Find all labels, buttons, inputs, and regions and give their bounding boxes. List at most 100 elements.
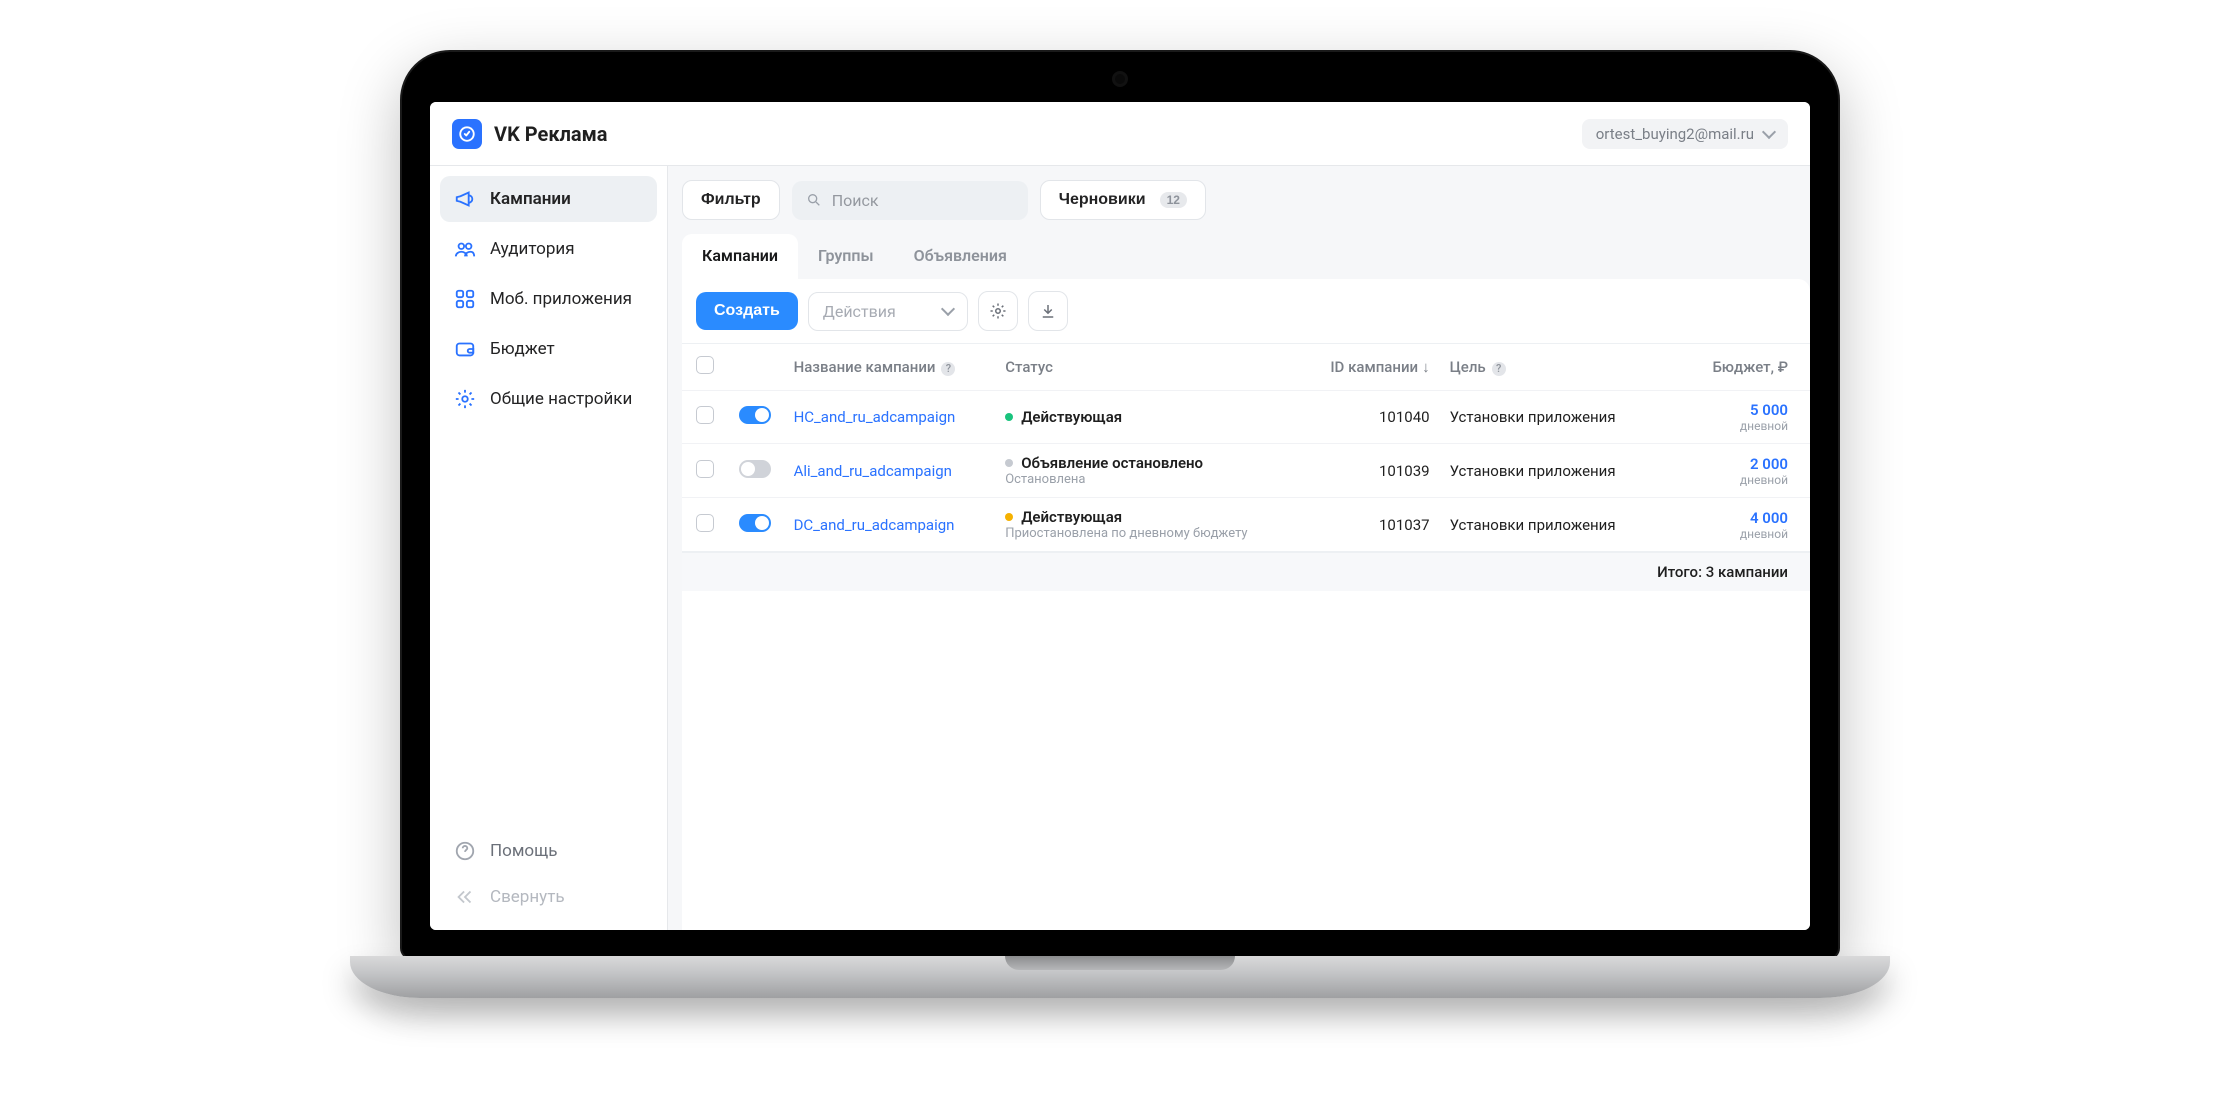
table-row[interactable]: HC_and_ru_adcampaign Действующая 101040Уст… — [682, 391, 1810, 444]
budget-period: дневной — [1693, 527, 1788, 541]
page-canvas: VK Реклама ortest_buying2@mail.ru Кампан — [20, 20, 2220, 1080]
sidebar-item-label: Общие настройки — [490, 389, 632, 409]
gear-icon — [989, 302, 1007, 320]
status-dot-icon — [1005, 459, 1013, 467]
tab-campaigns[interactable]: Кампании — [682, 234, 798, 279]
status-dot-icon — [1005, 413, 1013, 421]
search-input[interactable]: Поиск — [792, 181, 1028, 220]
entity-tabs: Кампании Группы Объявления — [682, 234, 1810, 279]
columns-settings-button[interactable] — [978, 291, 1018, 331]
create-button[interactable]: Создать — [696, 292, 798, 330]
create-label: Создать — [714, 302, 780, 320]
filter-label: Фильтр — [701, 191, 761, 209]
col-name: Название кампании — [794, 358, 936, 376]
row-checkbox[interactable] — [696, 514, 714, 532]
sidebar-nav: Кампании Аудитория Моб. приложения — [440, 176, 657, 422]
sidebar-item-budget[interactable]: Бюджет — [440, 326, 657, 372]
tab-label: Кампании — [702, 246, 778, 265]
top-toolbar: Фильтр Поиск Черновики 12 — [682, 180, 1810, 220]
col-goal: Цель — [1450, 358, 1486, 376]
brand[interactable]: VK Реклама — [452, 119, 608, 149]
apps-icon — [454, 288, 476, 310]
campaign-id: 101040 — [1313, 391, 1440, 444]
campaign-id: 101039 — [1313, 444, 1440, 498]
campaigns-table: Название кампании? Статус ID кампании Це… — [682, 344, 1810, 591]
status-dot-icon — [1005, 513, 1013, 521]
summary-text: Итого: 3 кампании — [784, 552, 1810, 591]
select-all-checkbox[interactable] — [696, 356, 714, 374]
laptop-lid: VK Реклама ortest_buying2@mail.ru Кампан — [400, 50, 1840, 960]
row-checkbox[interactable] — [696, 406, 714, 424]
sidebar-footer: Помощь Свернуть — [440, 828, 657, 920]
app-header: VK Реклама ortest_buying2@mail.ru — [430, 102, 1810, 166]
campaign-goal: Установки приложения — [1440, 498, 1683, 553]
help-icon — [454, 840, 476, 862]
tab-ads[interactable]: Объявления — [894, 234, 1027, 279]
campaigns-table-wrap: Название кампании? Статус ID кампании Це… — [682, 343, 1810, 591]
sidebar-item-label: Помощь — [490, 841, 557, 861]
status-subtitle: Приостановлена по дневному бюджету — [1005, 526, 1302, 541]
sidebar: Кампании Аудитория Моб. приложения — [430, 166, 668, 930]
laptop-base — [350, 956, 1890, 998]
budget-period: дневной — [1693, 419, 1788, 433]
sidebar-item-audience[interactable]: Аудитория — [440, 226, 657, 272]
budget-value[interactable]: 5 000 — [1693, 401, 1788, 419]
chevron-down-icon — [1762, 124, 1776, 138]
status-title: Действующая — [1021, 408, 1122, 426]
laptop-mockup: VK Реклама ortest_buying2@mail.ru Кампан — [350, 50, 1890, 1050]
status-title: Объявление остановлено — [1021, 454, 1203, 472]
col-status: Статус — [1005, 358, 1053, 376]
campaign-name-link[interactable]: Ali_and_ru_adcampaign — [794, 462, 952, 480]
row-toggle[interactable] — [739, 514, 771, 532]
sidebar-item-help[interactable]: Помощь — [440, 828, 657, 874]
budget-value[interactable]: 4 000 — [1693, 509, 1788, 527]
budget-period: дневной — [1693, 473, 1788, 487]
table-row[interactable]: Ali_and_ru_adcampaign Объявление остановл… — [682, 444, 1810, 498]
summary-row: Итого: 3 кампании — [682, 552, 1810, 591]
col-id[interactable]: ID кампании — [1330, 358, 1429, 376]
download-icon — [1039, 302, 1057, 320]
col-budget: Бюджет, ₽ — [1712, 358, 1788, 376]
row-checkbox[interactable] — [696, 460, 714, 478]
tab-label: Объявления — [914, 246, 1007, 265]
search-icon — [806, 192, 822, 208]
actions-label: Действия — [823, 302, 896, 321]
drafts-button[interactable]: Черновики 12 — [1040, 180, 1206, 220]
hint-icon[interactable]: ? — [941, 362, 955, 376]
drafts-label: Черновики — [1059, 191, 1146, 209]
campaigns-panel: Создать Действия — [682, 279, 1810, 930]
laptop-notch — [1005, 956, 1235, 970]
sidebar-item-settings[interactable]: Общие настройки — [440, 376, 657, 422]
main-content: Фильтр Поиск Черновики 12 — [668, 166, 1810, 930]
collapse-icon — [454, 886, 476, 908]
account-switcher[interactable]: ortest_buying2@mail.ru — [1582, 119, 1788, 149]
filter-button[interactable]: Фильтр — [682, 180, 780, 220]
sidebar-item-campaigns[interactable]: Кампании — [440, 176, 657, 222]
chevron-down-icon — [941, 302, 955, 316]
account-email: ortest_buying2@mail.ru — [1596, 125, 1754, 143]
status-title: Действующая — [1021, 508, 1122, 526]
campaign-goal: Установки приложения — [1440, 391, 1683, 444]
status-subtitle: Остановлена — [1005, 472, 1302, 487]
row-toggle[interactable] — [739, 460, 771, 478]
table-row[interactable]: DC_and_ru_adcampaign ДействующаяПриостано… — [682, 498, 1810, 553]
gear-icon — [454, 388, 476, 410]
download-button[interactable] — [1028, 291, 1068, 331]
sidebar-item-mobile-apps[interactable]: Моб. приложения — [440, 276, 657, 322]
hint-icon[interactable]: ? — [1492, 362, 1506, 376]
sidebar-item-collapse[interactable]: Свернуть — [440, 874, 657, 920]
tab-groups[interactable]: Группы — [798, 234, 894, 279]
campaign-name-link[interactable]: HC_and_ru_adcampaign — [794, 408, 956, 426]
sidebar-item-label: Свернуть — [490, 887, 565, 907]
sidebar-item-label: Аудитория — [490, 239, 575, 259]
drafts-count-badge: 12 — [1160, 192, 1187, 208]
people-icon — [454, 238, 476, 260]
row-toggle[interactable] — [739, 406, 771, 424]
panel-toolbar: Создать Действия — [682, 279, 1810, 343]
actions-dropdown[interactable]: Действия — [808, 292, 968, 331]
campaign-name-link[interactable]: DC_and_ru_adcampaign — [794, 516, 955, 534]
campaign-goal: Установки приложения — [1440, 444, 1683, 498]
brand-title: VK Реклама — [494, 122, 608, 146]
budget-value[interactable]: 2 000 — [1693, 455, 1788, 473]
megaphone-icon — [454, 188, 476, 210]
